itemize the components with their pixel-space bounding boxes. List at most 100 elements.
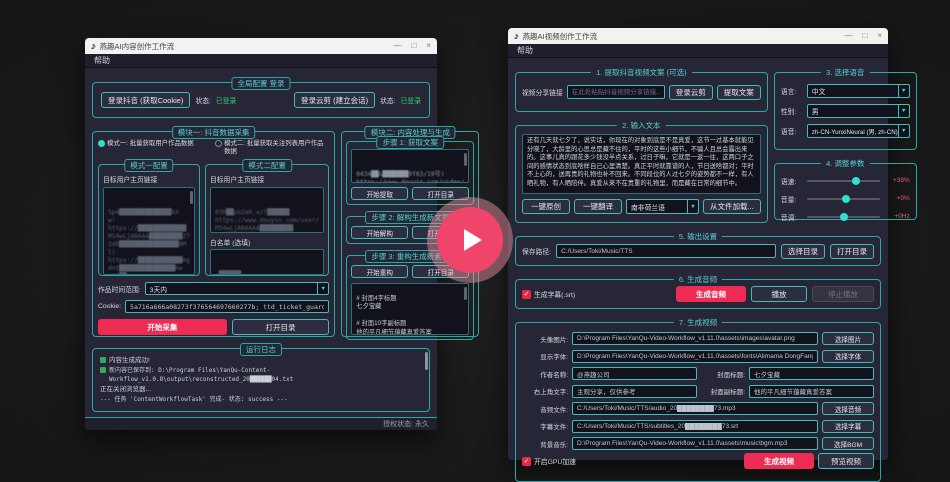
one-click-original-button[interactable]: 一键原创 — [522, 199, 570, 214]
time-range-label: 作品时间范围: — [98, 284, 141, 294]
step1-textarea[interactable]: 0434██&███████9f83/19号) https://www.douy… — [351, 149, 469, 183]
minimize-button[interactable]: — — [844, 32, 852, 40]
tiktok-note-icon: ♪ — [514, 32, 519, 41]
minimize-button[interactable]: — — [393, 42, 401, 50]
scrollbar-thumb[interactable] — [464, 153, 467, 166]
corner-text-input[interactable] — [572, 385, 697, 398]
gender-label: 性别: — [781, 106, 803, 116]
step1-open-button[interactable]: 打开目录 — [412, 187, 469, 200]
login-douyin-button[interactable]: 登录抖音 (获取Cookie) — [101, 92, 190, 108]
language-select[interactable]: 中文 ▼ — [807, 84, 910, 98]
whitelist-textarea[interactable]: —██████ ███████ █████ ████████ — [210, 249, 324, 275]
login-cloud-button[interactable]: 登录云剪 (建立会话) — [294, 92, 375, 108]
choose-image-button[interactable]: 选择图片 — [822, 332, 874, 345]
avatar-path-input[interactable] — [572, 332, 818, 345]
license-status: 授权状态: 永久 — [383, 419, 429, 429]
choose-subtitle-button[interactable]: 选择字幕 — [822, 420, 874, 433]
step1-label: 步骤 1: 获取文案 — [377, 136, 444, 149]
open-directory-button[interactable]: 打开目录 — [232, 319, 329, 335]
speed-value: +38% — [884, 177, 910, 184]
slider-thumb[interactable] — [842, 195, 850, 203]
maximize-button[interactable]: □ — [411, 42, 416, 50]
checkbox-checked-icon: ✓ — [522, 290, 531, 299]
audio-file-input[interactable] — [572, 402, 818, 415]
share-link-input[interactable] — [567, 85, 665, 99]
input-text-section: 2. 输入文本 还有几天就七夕了，说实话，你现在的对象到底是不是真爱，这节一过基… — [515, 125, 768, 223]
script-textarea[interactable]: 还有几天就七夕了，说实话，你现在的对象到底是不是真爱，这节一过基本就能见分晓了，… — [522, 134, 761, 194]
maximize-button[interactable]: □ — [862, 32, 867, 40]
start-collect-button[interactable]: 开始采集 — [98, 319, 227, 335]
section3-label: 3. 选择语音 — [821, 67, 869, 78]
stop-audio-button[interactable]: 停止播放 — [812, 286, 874, 302]
login-cloud-button[interactable]: 登录云剪 — [669, 85, 713, 100]
log-line: --- 任务 'ContentWorkflowTask' 完成- 状态: suc… — [100, 395, 288, 404]
generate-video-button[interactable]: 生成视频 — [744, 453, 814, 469]
step3-textarea[interactable]: # 封面4字标题 七夕宝藏 # 封面10字副标题 他的平凡细节蕴藏真爱答案 — [351, 283, 469, 335]
open-directory-button[interactable]: 打开目录 — [830, 244, 874, 259]
gender-select[interactable]: 男 ▼ — [807, 104, 910, 118]
log-line: 内容生成成功! — [109, 356, 150, 365]
cover-subtitle-input[interactable] — [749, 385, 874, 398]
right-window-title: 燕趣AI视频创作工作流 — [523, 31, 598, 42]
step3-start-button[interactable]: 开始重构 — [351, 265, 408, 278]
section1-label: 1. 提取抖音视频文案 (可选) — [591, 67, 691, 78]
choose-audio-button[interactable]: 选择音频 — [822, 402, 874, 415]
close-button[interactable]: × — [426, 42, 431, 50]
choose-bgm-button[interactable]: 选择BGM — [822, 437, 874, 450]
mode1-radio[interactable]: 模式一: 批量获取用户作品数据 — [98, 140, 212, 156]
cover-title-input[interactable] — [749, 367, 874, 380]
one-click-translate-button[interactable]: 一键翻译 — [574, 199, 622, 214]
gpu-checkbox[interactable]: ✓ 开启GPU加速 — [522, 456, 576, 466]
pitch-slider[interactable] — [807, 216, 880, 218]
choose-font-button[interactable]: 选择字体 — [822, 350, 874, 363]
time-range-select[interactable]: 3天内 ▼ — [145, 282, 330, 295]
author-input[interactable] — [572, 367, 697, 380]
generate-audio-button[interactable]: 生成音频 — [676, 286, 746, 302]
section6-label: 6. 生成音频 — [674, 274, 722, 285]
mode2-radio[interactable]: 模式二: 批量获取关注列表用户作品数据 — [215, 140, 329, 156]
output-settings-section: 5. 输出设置 保存路径: 选择目录 打开目录 — [515, 236, 881, 266]
menu-help[interactable]: 帮助 — [517, 45, 533, 56]
bgm-input[interactable] — [572, 437, 818, 450]
scrollbar-thumb[interactable] — [464, 287, 467, 300]
run-log-label: 运行日志 — [240, 343, 282, 356]
left-window-title: 燕趣AI内容创作工作流 — [100, 41, 175, 52]
checkbox-checked-icon: ✓ — [522, 457, 531, 466]
chevron-down-icon: ▼ — [898, 105, 909, 117]
volume-slider[interactable] — [807, 198, 880, 200]
step2-start-button[interactable]: 开始解构 — [351, 226, 408, 239]
global-config-label: 全局配置 登录 — [231, 77, 290, 90]
speed-slider[interactable] — [807, 180, 880, 182]
load-from-file-button[interactable]: 从文件加载... — [703, 199, 761, 214]
play-button[interactable] — [437, 207, 503, 273]
cookie-input[interactable] — [125, 300, 329, 313]
slider-thumb[interactable] — [852, 177, 860, 185]
font-label: 显示字体: — [522, 351, 568, 361]
whitelist-label: 白名单 (选填) — [210, 237, 324, 247]
subtitle-file-input[interactable] — [572, 420, 818, 433]
log-line: 新内容已保存到: D:\Program Files\YanQu-Content-… — [109, 366, 422, 384]
play-audio-button[interactable]: 播放 — [751, 286, 807, 302]
extract-text-button[interactable]: 提取文案 — [717, 85, 761, 100]
step1-extract-button[interactable]: 开始提取 — [351, 187, 408, 200]
voice-select[interactable]: zh-CN-YunxiNeural (男, zh-CN) ▼ — [807, 124, 910, 138]
mode2-links-textarea[interactable]: 030██pb2a6_xzT██████ https://www.douyin.… — [210, 187, 324, 233]
scrollbar-thumb[interactable] — [425, 352, 428, 370]
right-window: ♪ 燕趣AI视频创作工作流 — □ × 帮助 1. 提取抖音视频文案 (可选) … — [508, 28, 888, 460]
choose-directory-button[interactable]: 选择目录 — [781, 244, 825, 259]
preview-video-button[interactable]: 预览视频 — [818, 453, 874, 469]
section5-label: 5. 输出设置 — [674, 231, 722, 242]
translate-language-select[interactable]: 南非荷兰语 ▼ — [626, 199, 699, 214]
scrollbar-thumb[interactable] — [190, 191, 193, 204]
font-path-input[interactable] — [572, 350, 818, 363]
slider-thumb[interactable] — [840, 213, 848, 221]
menu-help[interactable]: 帮助 — [94, 55, 110, 66]
close-button[interactable]: × — [877, 32, 882, 40]
left-titlebar: ♪ 燕趣AI内容创作工作流 — □ × — [85, 38, 437, 54]
save-path-input[interactable] — [556, 244, 776, 258]
mode1-links-textarea[interactable]: 5p4██████████████kX w! https://█████████… — [103, 187, 195, 275]
volume-label: 音量: — [781, 194, 803, 204]
cover-title-label: 封面标题: — [701, 369, 745, 379]
srt-checkbox[interactable]: ✓ 生成字幕(.srt) — [522, 289, 575, 299]
voice-select-section: 3. 选择语音 语言: 中文 ▼ 性别: 男 ▼ — [774, 72, 917, 150]
